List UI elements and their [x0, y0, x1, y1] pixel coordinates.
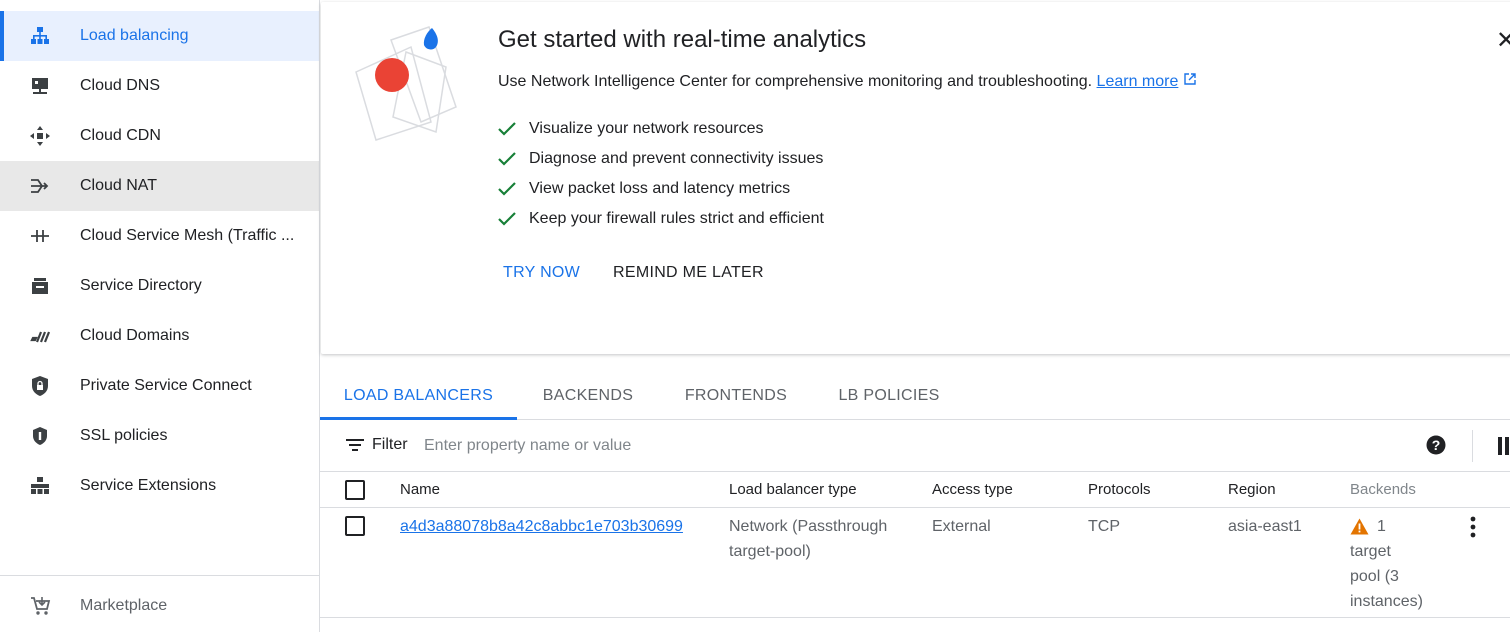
backends-line: instances): [1350, 593, 1423, 610]
load-balancer-name-link[interactable]: a4d3a88078b8a42c8abbc1e703b30699: [400, 514, 683, 539]
check-icon: [498, 152, 518, 166]
backends-line: pool (3: [1350, 568, 1399, 585]
check-item-text: Diagnose and prevent connectivity issues: [529, 150, 824, 167]
remind-me-later-button[interactable]: REMIND ME LATER: [613, 264, 764, 282]
filter-bar: Filter ?: [320, 420, 1510, 472]
column-header-type[interactable]: Load balancer type: [729, 472, 857, 508]
cloud-dns-icon: [28, 74, 52, 98]
cloud-cdn-icon: [28, 124, 52, 148]
backends-cell: 1 target pool (3 instances): [1350, 514, 1423, 614]
sidebar-item-label: Cloud Domains: [80, 327, 190, 344]
sidebar-item-load-balancing[interactable]: Load balancing: [0, 11, 319, 61]
banner-description-text: Use Network Intelligence Center for comp…: [498, 73, 1093, 90]
tab-lb-policies[interactable]: LB POLICIES: [824, 372, 954, 420]
filter-label: Filter: [372, 436, 408, 453]
service-directory-icon: [28, 274, 52, 298]
cloud-domains-icon: [28, 324, 52, 348]
check-icon: [498, 182, 518, 196]
tab-bar: LOAD BALANCERS BACKENDS FRONTENDS LB POL…: [320, 372, 1510, 420]
toolbar-divider: [1472, 430, 1473, 462]
check-item-text: Keep your firewall rules strict and effi…: [529, 210, 824, 227]
tab-backends[interactable]: BACKENDS: [528, 372, 648, 420]
column-header-access[interactable]: Access type: [932, 472, 1013, 508]
check-item-text: Visualize your network resources: [529, 120, 764, 137]
service-mesh-icon: [28, 224, 52, 248]
tab-frontends[interactable]: FRONTENDS: [676, 372, 796, 420]
table-row: a4d3a88078b8a42c8abbc1e703b30699 Network…: [320, 508, 1510, 618]
column-header-backends[interactable]: Backends: [1350, 472, 1416, 508]
table-header: Name Load balancer type Access type Prot…: [320, 472, 1510, 508]
sidebar-item-cloud-service-mesh[interactable]: Cloud Service Mesh (Traffic ...: [0, 211, 319, 261]
check-item: Diagnose and prevent connectivity issues: [498, 144, 824, 174]
warning-icon: [1350, 518, 1369, 535]
check-item: Keep your firewall rules strict and effi…: [498, 204, 824, 234]
sidebar: Load balancing Cloud DNS Cloud CDN Cloud…: [0, 0, 320, 632]
sidebar-item-label: Cloud CDN: [80, 127, 161, 144]
load-balancer-type: Network (Passthrough target-pool): [729, 514, 887, 564]
sidebar-item-label: Service Directory: [80, 277, 202, 294]
column-display-icon[interactable]: [1498, 437, 1510, 460]
service-extensions-icon: [28, 474, 52, 498]
sidebar-item-label: Marketplace: [80, 597, 168, 614]
sidebar-item-label: Cloud DNS: [80, 77, 161, 94]
private-service-connect-icon: [28, 374, 52, 398]
sidebar-divider: [0, 575, 319, 576]
ssl-policies-icon: [28, 424, 52, 448]
sidebar-item-private-service-connect[interactable]: Private Service Connect: [0, 361, 319, 411]
protocols: TCP: [1088, 518, 1120, 535]
backends-count: 1: [1377, 518, 1386, 535]
banner-illustration: [351, 22, 461, 142]
column-header-name[interactable]: Name: [400, 472, 440, 508]
sidebar-item-label: Load balancing: [80, 27, 189, 44]
sidebar-item-label: Service Extensions: [80, 477, 217, 494]
column-header-region[interactable]: Region: [1228, 472, 1276, 508]
sidebar-item-cloud-dns[interactable]: Cloud DNS: [0, 61, 319, 111]
type-line: target-pool): [729, 543, 811, 560]
load-balancing-icon: [28, 24, 52, 48]
banner-title: Get started with real-time analytics: [498, 26, 867, 53]
access-type: External: [932, 518, 991, 535]
backends-line: target: [1350, 543, 1391, 560]
sidebar-item-label: Private Service Connect: [80, 377, 252, 394]
check-icon: [498, 212, 518, 226]
sidebar-item-service-extensions[interactable]: Service Extensions: [0, 461, 319, 511]
select-all-checkbox[interactable]: [345, 480, 365, 500]
sidebar-item-cloud-nat[interactable]: Cloud NAT: [0, 161, 319, 211]
type-line: Network (Passthrough: [729, 518, 888, 535]
sidebar-item-cloud-cdn[interactable]: Cloud CDN: [0, 111, 319, 161]
filter-icon[interactable]: [346, 438, 364, 457]
sidebar-item-cloud-domains[interactable]: Cloud Domains: [0, 311, 319, 361]
column-header-protocols[interactable]: Protocols: [1088, 472, 1151, 508]
sidebar-item-marketplace[interactable]: Marketplace: [0, 581, 319, 631]
feature-checklist: Visualize your network resources Diagnos…: [498, 114, 824, 234]
filter-input[interactable]: [424, 432, 1024, 460]
sidebar-item-service-directory[interactable]: Service Directory: [0, 261, 319, 311]
check-item: Visualize your network resources: [498, 114, 824, 144]
check-icon: [498, 122, 518, 136]
svg-text:?: ?: [1432, 437, 1441, 453]
sidebar-item-ssl-policies[interactable]: SSL policies: [0, 411, 319, 461]
analytics-banner: Get started with real-time analytics Use…: [321, 2, 1510, 354]
help-icon[interactable]: ?: [1426, 435, 1446, 460]
check-item: View packet loss and latency metrics: [498, 174, 824, 204]
close-icon[interactable]: ✕: [1496, 26, 1510, 55]
tab-load-balancers[interactable]: LOAD BALANCERS: [320, 372, 517, 420]
sidebar-item-label: Cloud NAT: [80, 177, 158, 194]
try-now-button[interactable]: TRY NOW: [503, 264, 580, 282]
cart-icon: [28, 594, 52, 618]
sidebar-item-label: Cloud Service Mesh (Traffic ...: [80, 227, 295, 244]
row-checkbox[interactable]: [345, 516, 365, 536]
external-link-icon: [1183, 73, 1197, 90]
region: asia-east1: [1228, 518, 1302, 535]
check-item-text: View packet loss and latency metrics: [529, 180, 791, 197]
sidebar-item-label: SSL policies: [80, 427, 168, 444]
banner-description: Use Network Intelligence Center for comp…: [498, 72, 1197, 91]
cloud-nat-icon: [28, 174, 52, 198]
more-actions-icon[interactable]: [1470, 516, 1476, 543]
learn-more-link[interactable]: Learn more: [1097, 73, 1179, 90]
